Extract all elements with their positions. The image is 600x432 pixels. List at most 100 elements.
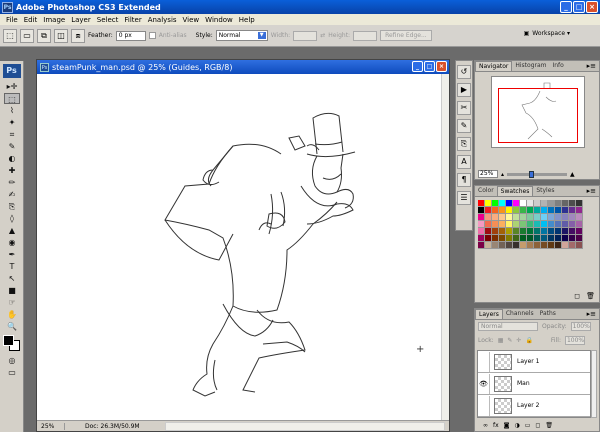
color-swatch[interactable] (527, 214, 534, 221)
color-swatch[interactable] (485, 214, 492, 221)
color-swatch[interactable] (527, 235, 534, 242)
navigator-zoom-input[interactable]: 25% (478, 170, 498, 178)
color-swatch[interactable] (520, 221, 527, 228)
zoom-out-icon[interactable]: ▴ (501, 171, 504, 178)
blur-tool-icon[interactable]: ▲ (4, 225, 20, 236)
color-swatch[interactable] (534, 235, 541, 242)
color-swatch[interactable] (499, 228, 506, 235)
slice-tool-icon[interactable]: ✎ (4, 141, 20, 152)
color-swatch[interactable] (520, 207, 527, 214)
color-swatch[interactable] (520, 214, 527, 221)
color-swatch[interactable] (506, 200, 513, 207)
color-swatch[interactable] (548, 228, 555, 235)
layer-mask-icon[interactable]: ◙ (504, 422, 510, 429)
color-swatch[interactable] (513, 228, 520, 235)
adjustment-layer-icon[interactable]: ◑ (515, 422, 520, 429)
color-swatch[interactable] (527, 200, 534, 207)
foreground-color-swatch[interactable] (3, 335, 14, 346)
close-button[interactable]: × (586, 1, 598, 13)
color-swatch[interactable] (562, 214, 569, 221)
new-selection-icon[interactable]: ▭ (20, 28, 34, 43)
navigator-zoom-slider[interactable] (507, 170, 568, 178)
color-swatch[interactable] (562, 200, 569, 207)
color-swatch[interactable] (478, 207, 485, 214)
notes-tool-icon[interactable]: ☞ (4, 297, 20, 308)
color-swatch[interactable] (576, 207, 583, 214)
crop-tool-icon[interactable]: ⌗ (4, 129, 20, 140)
style-select[interactable]: Normal ▼ (215, 30, 268, 41)
layers-scrollbar[interactable] (591, 350, 597, 418)
color-swatch[interactable] (478, 200, 485, 207)
menu-help[interactable]: Help (236, 16, 258, 24)
layer-visibility-toggle[interactable] (478, 351, 490, 372)
lock-transparency-icon[interactable]: ▦ (498, 337, 504, 344)
screen-mode-icon[interactable]: ▭ (4, 367, 20, 378)
zoom-slider-knob[interactable] (529, 170, 535, 178)
type-tool-icon[interactable]: T (4, 261, 20, 272)
vertical-scrollbar[interactable] (441, 74, 449, 420)
menu-file[interactable]: File (3, 16, 21, 24)
actions-panel-icon[interactable]: ▶ (457, 83, 471, 97)
color-swatch[interactable] (478, 228, 485, 235)
doc-minimize-button[interactable]: _ (412, 61, 423, 72)
color-swatch[interactable] (520, 235, 527, 242)
magic-wand-tool-icon[interactable]: ✦ (4, 117, 20, 128)
tool-presets-icon[interactable]: ✂ (457, 101, 471, 115)
palette-well-icon[interactable]: ▣ (524, 30, 530, 37)
color-swatch[interactable] (569, 200, 576, 207)
paragraph-panel-icon[interactable]: ¶ (457, 173, 471, 187)
color-swatch[interactable] (576, 228, 583, 235)
color-swatch[interactable] (576, 235, 583, 242)
color-swatch[interactable] (541, 214, 548, 221)
color-swatch[interactable] (527, 242, 534, 249)
clone-stamp-tool-icon[interactable]: ✏ (4, 177, 20, 188)
layer-style-icon[interactable]: fx (493, 422, 499, 429)
color-swatch[interactable] (569, 228, 576, 235)
menu-window[interactable]: Window (202, 16, 236, 24)
color-swatch[interactable] (569, 242, 576, 249)
new-group-icon[interactable]: ▭ (525, 422, 531, 429)
tab-layers[interactable]: Layers (475, 309, 503, 319)
color-swatch[interactable] (492, 214, 499, 221)
color-swatch[interactable] (576, 200, 583, 207)
refine-edge-button[interactable]: Refine Edge... (380, 30, 432, 41)
menu-edit[interactable]: Edit (21, 16, 41, 24)
fill-input[interactable]: 100% (564, 336, 585, 345)
zoom-level[interactable]: 25% (37, 422, 65, 430)
color-swatch[interactable] (520, 242, 527, 249)
workspace-menu[interactable]: Workspace ▾ (532, 30, 570, 37)
color-swatch[interactable] (513, 221, 520, 228)
shape-tool-icon[interactable]: ■ (4, 285, 20, 296)
color-swatch[interactable] (534, 207, 541, 214)
color-swatch[interactable] (548, 200, 555, 207)
color-swatch[interactable] (548, 214, 555, 221)
menu-filter[interactable]: Filter (121, 16, 144, 24)
color-swatch[interactable] (534, 228, 541, 235)
color-swatch[interactable] (541, 207, 548, 214)
color-swatch[interactable] (562, 221, 569, 228)
color-swatch[interactable] (499, 200, 506, 207)
trash-icon[interactable]: 🗑 (586, 292, 595, 300)
layer-row[interactable]: 👁 Man (478, 373, 590, 395)
color-picker[interactable] (3, 335, 21, 351)
color-swatch[interactable] (541, 228, 548, 235)
color-swatch[interactable] (520, 228, 527, 235)
color-swatch[interactable] (478, 221, 485, 228)
color-swatch[interactable] (569, 221, 576, 228)
color-swatch[interactable] (555, 221, 562, 228)
color-swatch[interactable] (492, 200, 499, 207)
layer-visibility-toggle[interactable] (478, 395, 490, 416)
color-swatch[interactable] (506, 214, 513, 221)
history-panel-icon[interactable]: ↺ (457, 65, 471, 79)
color-swatch[interactable] (506, 207, 513, 214)
height-input[interactable] (353, 30, 378, 41)
lock-all-icon[interactable]: 🔒 (525, 337, 532, 344)
color-swatch[interactable] (492, 228, 499, 235)
color-swatch[interactable] (541, 200, 548, 207)
color-swatch[interactable] (513, 207, 520, 214)
color-swatch[interactable] (478, 235, 485, 242)
zoom-tool-icon[interactable]: 🔍 (4, 321, 20, 332)
lasso-tool-icon[interactable]: ⌇ (4, 105, 20, 116)
navigator-thumbnail[interactable] (491, 76, 585, 148)
color-swatch[interactable] (499, 235, 506, 242)
